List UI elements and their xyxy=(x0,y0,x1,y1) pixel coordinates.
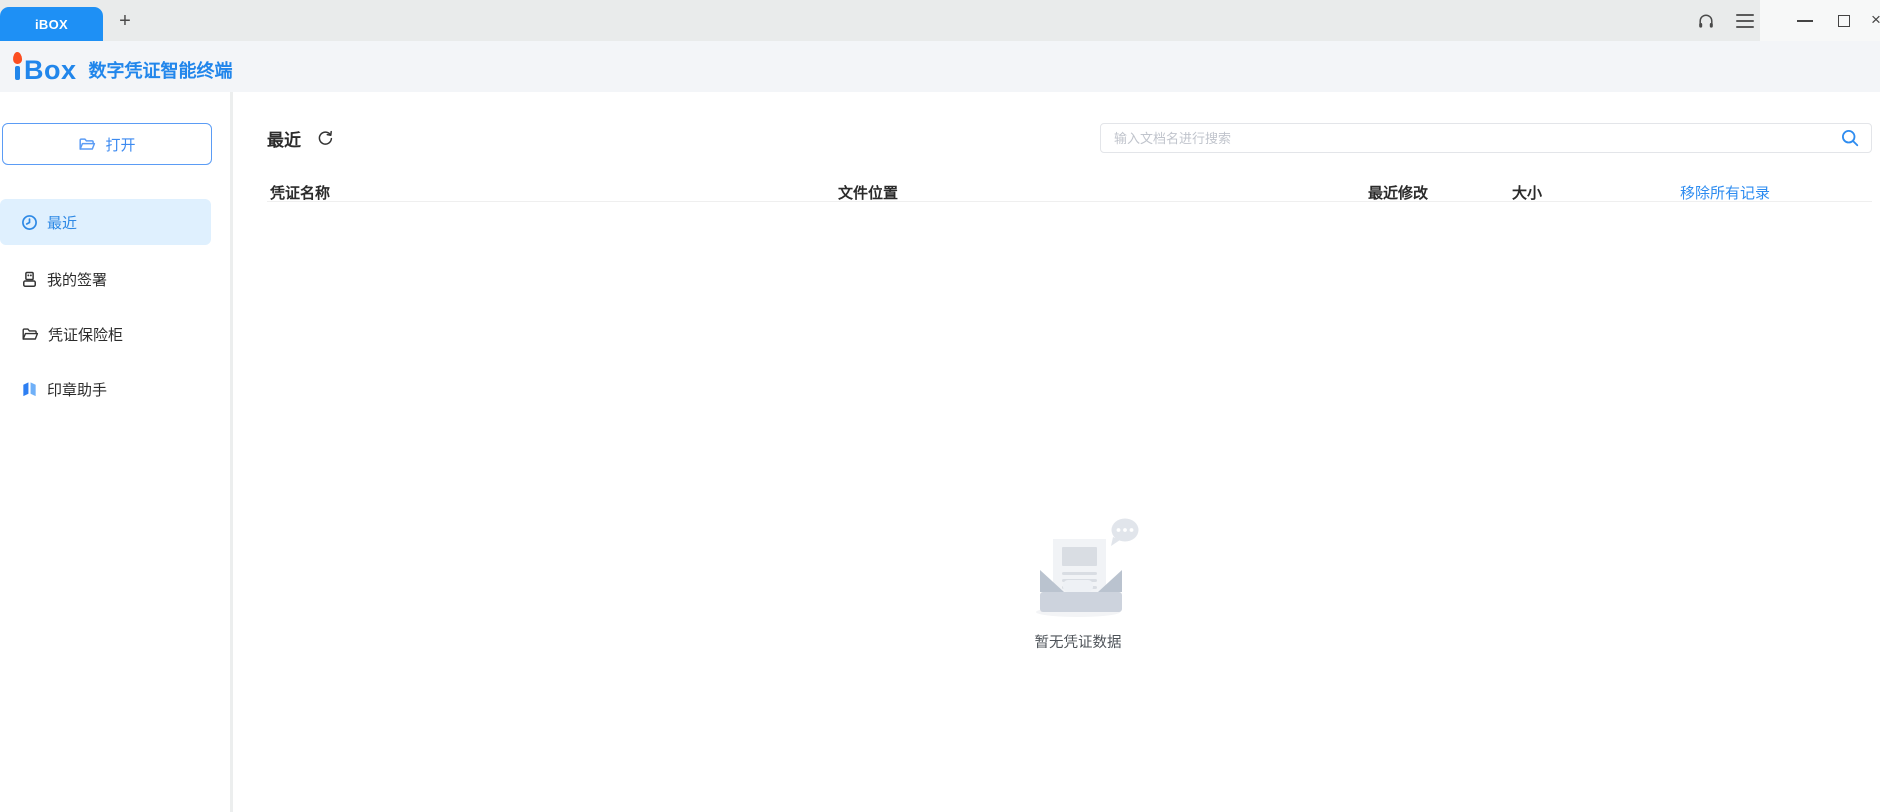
search-box xyxy=(1100,123,1872,153)
sidebar-item-seal-assistant[interactable]: 印章助手 xyxy=(0,366,211,412)
tab-bar: iBOX + × xyxy=(0,0,1880,41)
folder-icon xyxy=(78,137,96,152)
page-title: 最近 xyxy=(267,126,301,151)
menu-icon xyxy=(1736,14,1754,16)
sidebar-item-label: 我的签署 xyxy=(47,269,107,290)
sidebar-item-certificate-vault[interactable]: 凭证保险柜 xyxy=(0,311,211,357)
usb-key-icon xyxy=(21,271,38,288)
column-header-name: 凭证名称 xyxy=(270,182,330,203)
table-header-divider xyxy=(267,201,1872,202)
empty-state-message: 暂无凭证数据 xyxy=(1016,631,1140,652)
open-file-button[interactable]: 打开 xyxy=(2,123,212,165)
column-header-size: 大小 xyxy=(1512,182,1542,203)
clock-icon xyxy=(21,214,38,231)
search-icon xyxy=(1840,128,1860,148)
tab-label: iBOX xyxy=(35,17,68,32)
minimize-icon xyxy=(1797,20,1813,22)
column-header-location: 文件位置 xyxy=(838,182,898,203)
open-button-label: 打开 xyxy=(105,134,135,155)
refresh-button[interactable] xyxy=(317,129,335,147)
empty-state: 暂无凭证数据 xyxy=(1016,513,1140,652)
close-icon: × xyxy=(1872,10,1880,30)
seal-icon xyxy=(21,381,38,398)
tab-ibox[interactable]: iBOX xyxy=(0,7,103,41)
caption-button-zone xyxy=(1760,0,1880,41)
sidebar: 打开 最近 我的签署 凭证保险柜 印章助手 xyxy=(0,92,233,812)
minimize-button[interactable] xyxy=(1793,13,1817,29)
maximize-icon xyxy=(1838,15,1850,27)
sidebar-item-label: 印章助手 xyxy=(47,379,107,400)
logo-text: Box xyxy=(24,59,77,82)
folder-open-icon xyxy=(21,327,39,342)
empty-inbox-illustration xyxy=(1016,513,1140,617)
app-header: Box 数字凭证智能终端 xyxy=(0,41,1880,92)
headphones-icon xyxy=(1697,12,1715,30)
sidebar-item-my-signatures[interactable]: 我的签署 xyxy=(0,256,211,302)
flame-icon xyxy=(13,51,23,63)
remove-all-records-link[interactable]: 移除所有记录 xyxy=(1680,182,1770,203)
support-button[interactable] xyxy=(1696,11,1716,30)
new-tab-button[interactable]: + xyxy=(112,8,138,34)
sidebar-item-recent[interactable]: 最近 xyxy=(0,199,211,245)
app-title: 数字凭证智能终端 xyxy=(89,51,233,83)
search-input[interactable] xyxy=(1101,124,1819,152)
refresh-icon xyxy=(317,129,334,146)
close-button[interactable]: × xyxy=(1872,10,1880,30)
maximize-button[interactable] xyxy=(1834,13,1854,29)
sidebar-item-label: 最近 xyxy=(47,212,77,233)
column-header-modified: 最近修改 xyxy=(1368,182,1428,203)
sidebar-item-label: 凭证保险柜 xyxy=(48,324,123,345)
main-menu-button[interactable] xyxy=(1736,14,1754,28)
plus-icon: + xyxy=(119,10,131,33)
search-button[interactable] xyxy=(1840,128,1860,148)
ibox-logo: Box xyxy=(13,52,77,82)
